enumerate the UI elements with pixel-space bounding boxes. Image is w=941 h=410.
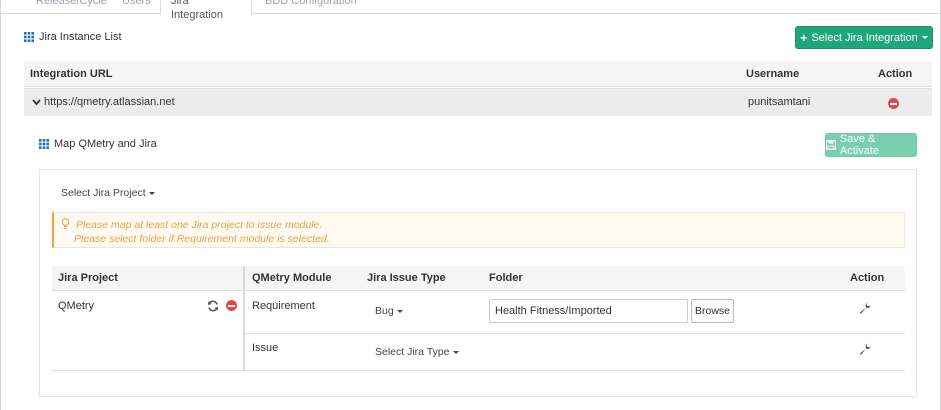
wrench-icon[interactable] [859, 302, 871, 314]
tab-release-cycle[interactable]: Release/Cycle [26, 0, 117, 14]
select-jira-type-label: Select Jira Type [375, 346, 450, 358]
plus-icon: + [800, 30, 808, 45]
remove-icon[interactable] [888, 98, 899, 109]
column-divider [243, 266, 245, 370]
col-action: Action [878, 68, 913, 80]
grid-icon [39, 139, 49, 149]
chevron-down-icon[interactable] [32, 99, 41, 106]
col-jira-project: Jira Project [58, 272, 118, 284]
alert-line-2: Please select folder if Requirement modu… [74, 233, 330, 245]
remove-project-icon[interactable] [226, 300, 237, 311]
wrench-icon[interactable] [859, 343, 871, 355]
select-jira-project-label: Select Jira Project [61, 187, 146, 199]
module-requirement: Requirement [252, 300, 315, 312]
save-icon [826, 140, 836, 150]
lightbulb-icon [61, 218, 70, 230]
col-action: Action [850, 272, 885, 284]
save-activate-label: Save & Activate [839, 133, 880, 157]
grid-icon [24, 32, 34, 42]
tab-bdd-configuration[interactable]: BDD Configuration [255, 0, 367, 14]
save-activate-button[interactable]: Save & Activate [825, 133, 917, 157]
instance-row[interactable]: https://qmetry.atlassian.net punitsamtan… [24, 88, 932, 116]
instance-section-title-text: Jira Instance List [39, 31, 122, 43]
alert-line-1: Please map at least one Jira project to … [76, 219, 323, 231]
caret-down-icon [148, 191, 155, 195]
sync-icon[interactable] [207, 300, 219, 312]
mapping-table-header: Jira Project QMetry Module Jira Issue Ty… [52, 266, 905, 291]
caret-down-icon [452, 350, 459, 354]
col-username: Username [746, 68, 800, 80]
issue-type-dropdown-issue[interactable]: Select Jira Type [375, 346, 459, 358]
tab-jira-integration[interactable]: Jira Integration [160, 0, 252, 21]
select-jira-project-dropdown[interactable]: Select Jira Project [61, 187, 155, 199]
col-jira-issue-type: Jira Issue Type [367, 272, 446, 284]
table-bottom-border [52, 370, 905, 371]
map-section-title-text: Map QMetry and Jira [54, 138, 157, 150]
folder-input[interactable] [489, 299, 688, 323]
module-issue: Issue [252, 342, 279, 354]
project-name: QMetry [58, 300, 95, 312]
integration-url: https://qmetry.atlassian.net [44, 96, 175, 108]
caret-down-icon [921, 36, 928, 39]
tab-users[interactable]: Users [112, 0, 161, 14]
issue-type-dropdown-requirement[interactable]: Bug [375, 305, 403, 317]
col-integration-url: Integration URL [30, 68, 113, 80]
col-folder: Folder [489, 272, 523, 284]
col-qmetry-module: QMetry Module [252, 272, 332, 284]
issue-type-bug: Bug [375, 305, 394, 317]
row-divider [245, 333, 905, 334]
select-jira-integration-button[interactable]: + Select Jira Integration [795, 26, 933, 49]
caret-down-icon [396, 309, 403, 313]
instance-table-header: Integration URL Username Action [24, 61, 932, 87]
warning-alert: Please map at least one Jira project to … [52, 212, 905, 248]
username-value: punitsamtani [748, 96, 811, 108]
select-jira-integration-label: Select Jira Integration [811, 31, 918, 44]
map-section-title: Map QMetry and Jira [39, 138, 157, 150]
tab-bar: Release/Cycle Users Jira Integration BDD… [0, 0, 941, 21]
instance-section-title: Jira Instance List [24, 31, 122, 43]
browse-button[interactable]: Browse [691, 299, 734, 323]
